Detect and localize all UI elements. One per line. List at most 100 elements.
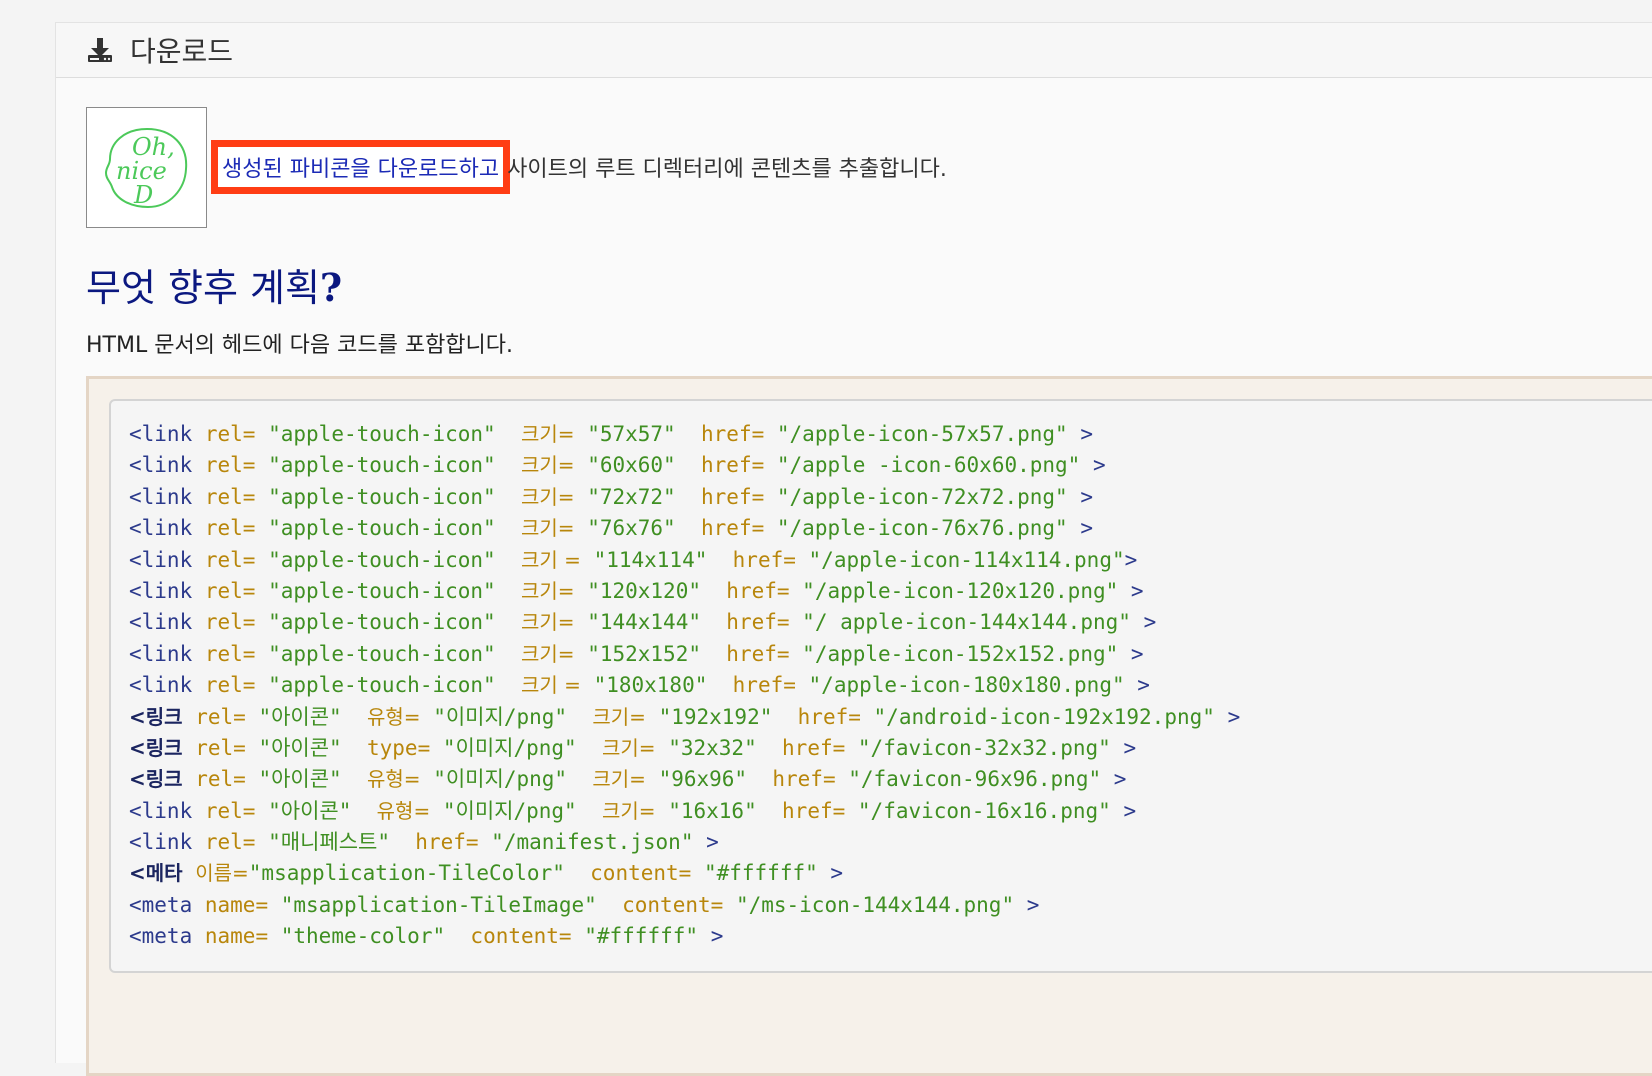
code-token: > <box>1092 453 1106 478</box>
code-token: rel= <box>204 641 256 666</box>
code-token: rel= <box>204 422 256 446</box>
code-token: "114x114" <box>593 547 708 572</box>
code-token: "/ apple-icon-144x144.png" <box>802 610 1131 635</box>
code-token: > <box>1227 704 1241 729</box>
code-token: <link <box>129 578 193 603</box>
code-token: "/apple-icon-57x57.png" <box>776 422 1068 446</box>
code-token: "192x192" <box>658 704 773 729</box>
code-line: <meta name= "theme-color" content= "#fff… <box>129 921 1652 952</box>
code-line: <link rel= "apple-touch-icon" 크기= "60x60… <box>129 450 1652 481</box>
download-favicon-link[interactable]: 생성된 파비콘을 다운로드하고 <box>210 140 511 194</box>
code-block[interactable]: <link rel= "apple-touch-icon" 크기= "57x57… <box>109 399 1652 973</box>
code-token: > <box>1130 578 1144 603</box>
code-token: 크기= <box>520 453 575 478</box>
code-token: 유형= <box>367 704 421 729</box>
code-token: "180x180" <box>593 673 708 698</box>
code-token: href= <box>415 830 479 855</box>
code-token: name= <box>204 924 269 949</box>
code-token: > <box>1130 641 1144 666</box>
code-token: rel= <box>204 484 256 509</box>
code-token: "apple-touch-icon" <box>268 422 496 446</box>
code-token: <link <box>129 547 193 572</box>
code-token: 크기= <box>592 704 646 729</box>
code-token: href= <box>782 735 846 760</box>
code-line: <링크 rel= "아이콘" 유형= "이미지/png" 크기= "96x96"… <box>129 764 1652 795</box>
code-token: > <box>1123 798 1137 823</box>
oh-nice-d-logo: Oh, nice D <box>104 127 187 209</box>
code-line: <link rel= "apple-touch-icon" 크기= "72x72… <box>129 482 1652 513</box>
code-line: <link rel= "apple-touch-icon" 크기 = "114x… <box>129 545 1652 576</box>
code-token: "/manifest.json" <box>491 830 694 855</box>
code-line: <link rel= "apple-touch-icon" 크기 = "180x… <box>129 670 1652 701</box>
code-token: "아이콘" <box>258 704 342 729</box>
code-token: "60x60" <box>587 453 676 478</box>
code-line: <link rel= "apple-touch-icon" 크기= "76x76… <box>129 513 1652 544</box>
code-token: "theme-color" <box>280 924 446 949</box>
code-token: href= <box>701 422 765 446</box>
code-token: rel= <box>204 547 256 572</box>
code-line: <link rel= "매니페스트" href= "/manifest.json… <box>129 827 1652 858</box>
code-token: href= <box>797 704 861 729</box>
code-token: rel= <box>195 704 246 729</box>
code-token: "57x57" <box>587 422 676 446</box>
code-token: "/favicon-16x16.png" <box>857 798 1111 823</box>
code-token: > <box>830 861 844 886</box>
code-token: "아이콘" <box>258 767 342 792</box>
code-token: href= <box>726 641 790 666</box>
code-token: <link <box>129 641 193 666</box>
code-token: href= <box>701 484 765 509</box>
code-token: 이름= <box>195 861 249 886</box>
code-token: href= <box>726 610 790 635</box>
code-token: content= <box>622 892 724 917</box>
code-token: "apple-touch-icon" <box>268 641 496 666</box>
code-token: "16x16" <box>668 798 757 823</box>
code-token: "#ffffff" <box>703 861 818 886</box>
code-token: 크기= <box>592 767 646 792</box>
section-heading: 무엇 향후 계획? <box>86 257 342 312</box>
intro-rest-text: 사이트의 루트 디렉터리에 콘텐츠를 추출합니다. <box>507 157 947 182</box>
code-token: "이미지/png" <box>442 735 577 760</box>
code-token: <link <box>129 830 193 855</box>
code-token: content= <box>470 924 572 949</box>
code-token: href= <box>732 547 796 572</box>
